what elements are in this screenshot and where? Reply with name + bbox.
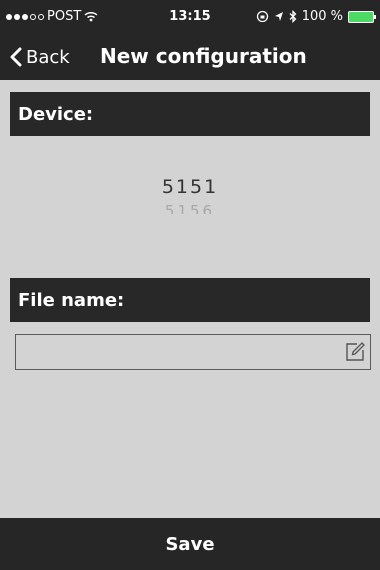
- location-icon: [274, 12, 283, 21]
- file-name-input[interactable]: [16, 335, 334, 369]
- device-picker-selected[interactable]: 5151: [10, 176, 370, 198]
- back-label: Back: [26, 46, 70, 68]
- navigation-bar: Back New configuration: [0, 36, 380, 80]
- file-name-field[interactable]: [15, 334, 371, 370]
- status-icons: 100 %: [256, 9, 376, 24]
- edit-icon[interactable]: [344, 341, 366, 363]
- save-button[interactable]: Save: [0, 518, 380, 570]
- status-bar: POST 13:15 100 %: [0, 0, 380, 36]
- bluetooth-icon: [289, 10, 297, 23]
- page-title: New configuration: [100, 44, 307, 68]
- battery-icon: [348, 10, 376, 23]
- file-name-section-header: File name:: [10, 278, 370, 322]
- device-section-header: Device:: [10, 92, 370, 136]
- device-picker-next[interactable]: 5156: [10, 202, 370, 214]
- device-picker[interactable]: 5151 5156: [10, 150, 370, 230]
- back-button[interactable]: Back: [10, 40, 70, 74]
- save-label: Save: [165, 533, 215, 555]
- battery-percent: 100 %: [301, 9, 343, 24]
- chevron-left-icon: [10, 47, 22, 67]
- orientation-lock-icon: [256, 10, 268, 23]
